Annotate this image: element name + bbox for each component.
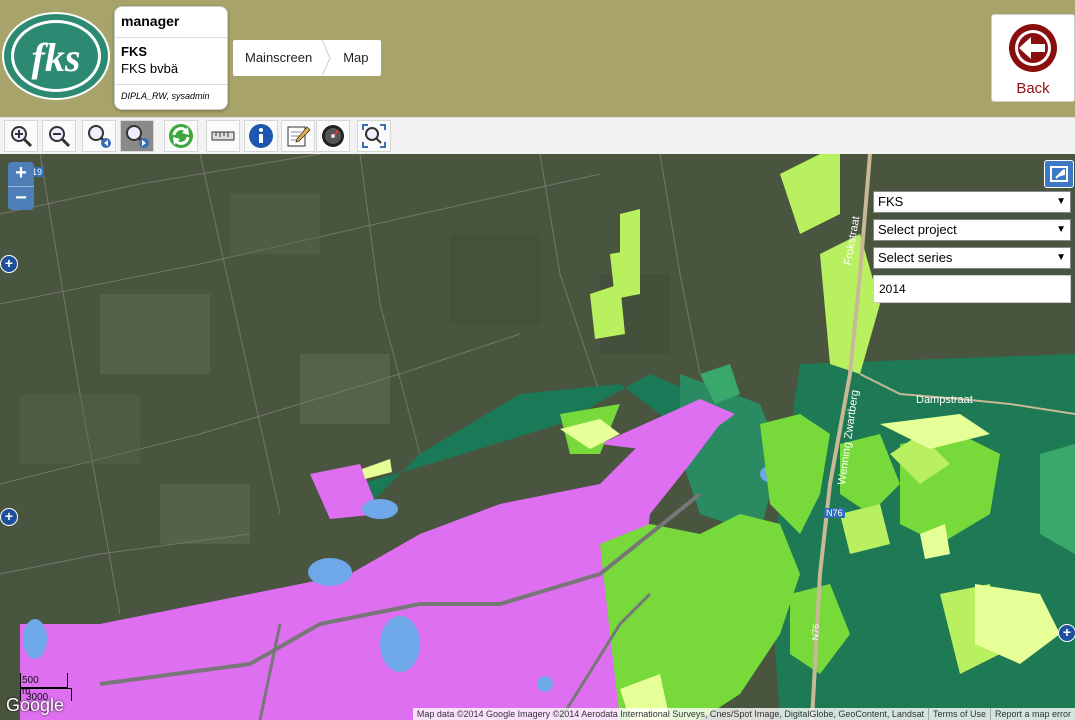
map-zoom-control: + − xyxy=(8,162,34,210)
breadcrumb-map[interactable]: Map xyxy=(331,40,380,76)
gauge-icon xyxy=(322,125,344,147)
user-org: FKS xyxy=(121,44,147,59)
map-data-credit: Map data ©2014 Google Imagery ©2014 Aero… xyxy=(416,709,924,719)
organization-select-value: FKS xyxy=(878,194,904,209)
map-toolbar xyxy=(0,117,1075,155)
measure-icon xyxy=(211,131,235,141)
breadcrumb: Mainscreen Map xyxy=(233,40,381,76)
year-value: 2014 xyxy=(879,282,906,296)
google-logo: Google xyxy=(6,695,65,715)
road-label-n76-south: N76 xyxy=(810,623,822,641)
fks-logo: fks xyxy=(2,12,110,100)
logo-text: fks xyxy=(32,35,81,80)
full-extent-icon xyxy=(362,124,386,148)
map-zoom-in-button[interactable]: + xyxy=(8,162,34,187)
report-map-error-link[interactable]: Report a map error xyxy=(989,708,1075,720)
fullscreen-button[interactable] xyxy=(1044,160,1074,188)
full-extent-tool[interactable] xyxy=(357,120,391,152)
zoom-out-tool[interactable] xyxy=(42,120,76,152)
info-icon xyxy=(249,124,273,148)
road-label-n76: N76 xyxy=(824,508,845,518)
back-label: Back xyxy=(1016,80,1050,97)
zoom-in-tool[interactable] xyxy=(4,120,38,152)
user-card: manager FKS FKS bvbä DIPLA_RW, sysadmin xyxy=(114,6,228,110)
refresh-tool[interactable] xyxy=(164,120,198,152)
measure-tool[interactable] xyxy=(206,120,240,152)
project-select-value: Select project xyxy=(878,222,957,237)
year-field[interactable]: 2014 xyxy=(873,275,1071,303)
zoom-previous-tool[interactable] xyxy=(82,120,116,152)
user-role: manager xyxy=(115,7,227,38)
user-org-name: FKS bvbä xyxy=(115,59,227,85)
edit-tool[interactable] xyxy=(281,120,315,152)
expand-icon xyxy=(1050,166,1068,182)
layer-expand-marker[interactable]: + xyxy=(1058,624,1075,642)
gauge-tool[interactable] xyxy=(316,120,350,152)
layer-expand-marker[interactable]: + xyxy=(0,508,18,526)
chevron-down-icon: ▼ xyxy=(1056,224,1066,235)
chevron-down-icon: ▼ xyxy=(1056,252,1066,263)
user-permissions: DIPLA_RW, sysadmin xyxy=(121,91,210,101)
series-select-value: Select series xyxy=(878,250,953,265)
info-tool[interactable] xyxy=(244,120,278,152)
road-label-dampstraat: Dampstraat xyxy=(916,394,973,406)
project-select[interactable]: Select project ▼ xyxy=(873,219,1071,241)
app-header: fks manager FKS FKS bvbä DIPLA_RW, sysad… xyxy=(0,0,1075,117)
zoom-next-icon xyxy=(126,125,149,148)
zoom-in-icon xyxy=(11,126,33,148)
back-button[interactable]: Back xyxy=(991,14,1075,102)
organization-select[interactable]: FKS ▼ xyxy=(873,191,1071,213)
layer-expand-marker[interactable]: + xyxy=(0,255,18,273)
breadcrumb-mainscreen[interactable]: Mainscreen xyxy=(233,40,330,76)
zoom-previous-icon xyxy=(88,125,111,148)
map-zoom-out-button[interactable]: − xyxy=(8,187,34,211)
series-select[interactable]: Select series ▼ xyxy=(873,247,1071,269)
zoom-out-icon xyxy=(49,126,71,148)
chevron-down-icon: ▼ xyxy=(1056,196,1066,207)
refresh-icon xyxy=(169,124,193,148)
zoom-next-tool[interactable] xyxy=(120,120,154,152)
map-attribution: Map data ©2014 Google Imagery ©2014 Aero… xyxy=(412,708,1075,720)
terms-of-use-link[interactable]: Terms of Use xyxy=(927,708,990,720)
back-arrow-icon xyxy=(1009,24,1057,72)
edit-icon xyxy=(287,126,311,147)
